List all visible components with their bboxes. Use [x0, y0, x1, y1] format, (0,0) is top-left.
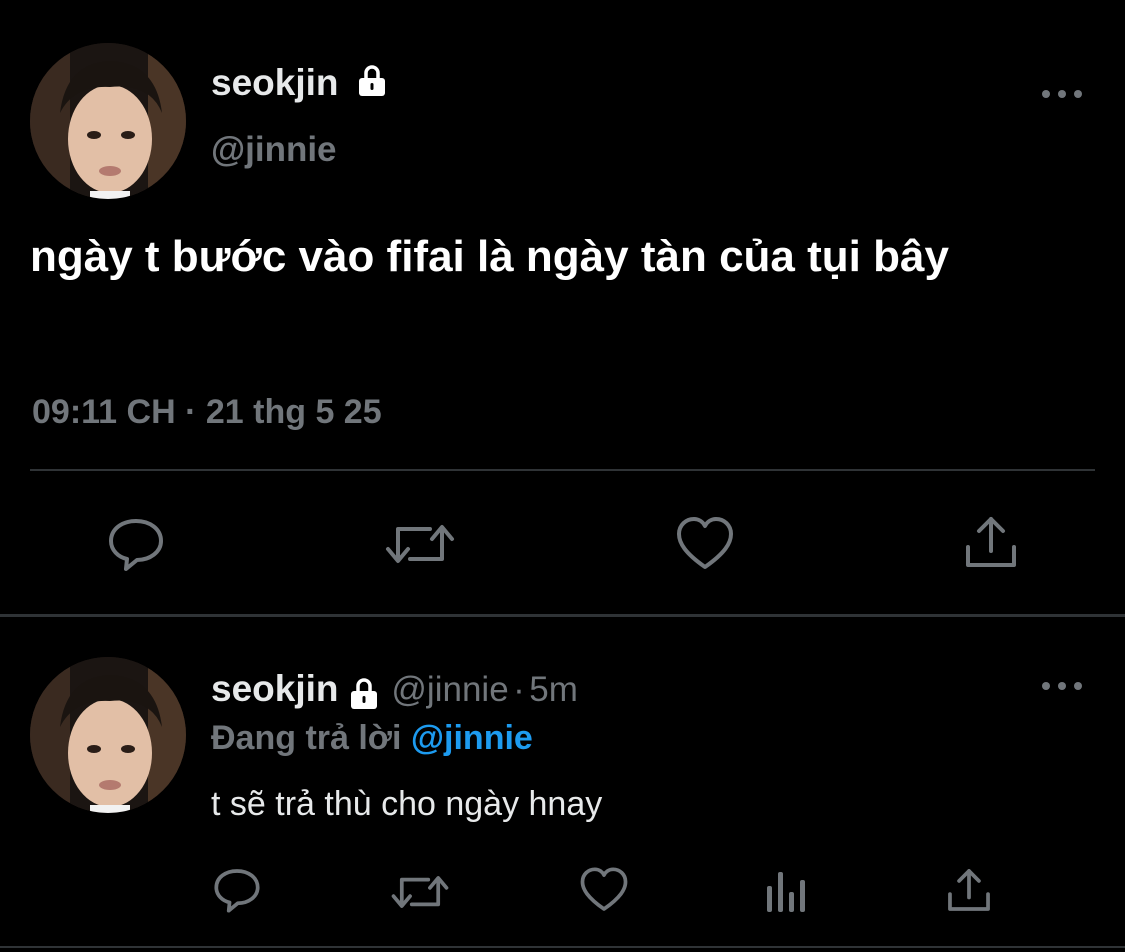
lock-icon [347, 677, 381, 716]
tweet-date: 21 thg 5 25 [205, 393, 382, 431]
reply-header: seokjin @jinnie · 5m [211, 668, 578, 716]
replying-prefix: Đang trả lời [211, 719, 402, 757]
section-divider [0, 614, 1125, 617]
analytics-icon[interactable] [764, 868, 808, 914]
lock-icon [355, 64, 389, 107]
more-options-icon[interactable] [1042, 88, 1082, 100]
tweet-age[interactable]: 5m [529, 670, 578, 709]
share-icon[interactable] [962, 513, 1020, 571]
replying-to: Đang trả lời @jinnie [211, 719, 533, 758]
avatar[interactable] [30, 657, 186, 813]
tweet-time: 09:11 CH [32, 393, 176, 431]
avatar-photo [30, 43, 186, 199]
display-name[interactable]: seokjin [211, 668, 339, 709]
reply-icon[interactable] [107, 515, 165, 573]
replying-to-mention[interactable]: @jinnie [411, 719, 533, 757]
display-name[interactable]: seokjin [211, 62, 389, 107]
display-name-text: seokjin [211, 62, 339, 103]
tweet-timestamp[interactable]: 09:11 CH · 21 thg 5 25 [32, 393, 382, 432]
avatar-photo [30, 657, 186, 813]
avatar[interactable] [30, 43, 186, 199]
handle[interactable]: @jinnie [211, 130, 337, 170]
like-icon[interactable] [675, 515, 735, 573]
share-icon[interactable] [945, 866, 993, 914]
handle[interactable]: @jinnie [391, 670, 508, 709]
more-options-icon[interactable] [1042, 680, 1082, 692]
reply-icon[interactable] [213, 866, 261, 914]
meta-separator: · [185, 393, 197, 431]
retweet-icon[interactable] [390, 868, 450, 916]
tweet-text: ngày t bước vào fifai là ngày tàn của tụ… [30, 232, 949, 281]
bottom-divider [0, 946, 1125, 948]
meta-separator: · [513, 670, 525, 709]
reply-text: t sẽ trả thù cho ngày hnay [211, 785, 603, 823]
like-icon[interactable] [579, 866, 629, 914]
divider [30, 469, 1095, 471]
retweet-icon[interactable] [384, 515, 456, 573]
